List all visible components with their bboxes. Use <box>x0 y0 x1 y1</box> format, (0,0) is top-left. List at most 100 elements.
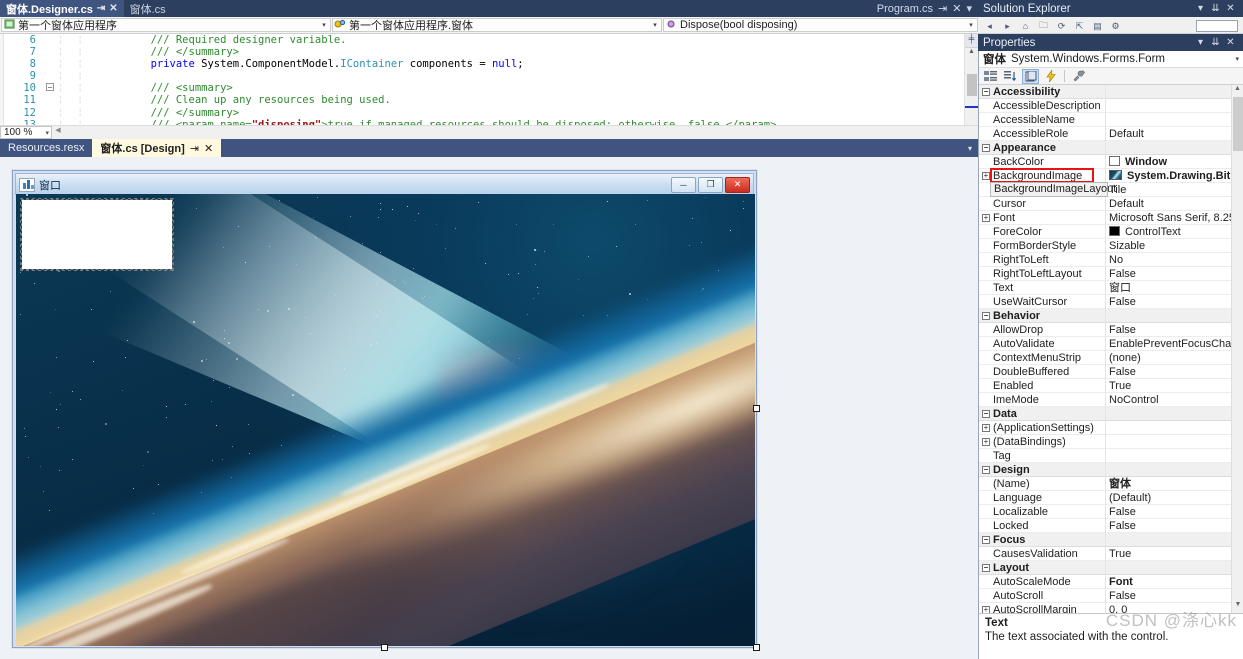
navbar-type-combo[interactable]: 第一个窗体应用程序 ▾ <box>1 18 331 32</box>
expand-icon[interactable]: + <box>979 423 993 432</box>
collapse-icon[interactable]: − <box>979 409 993 418</box>
property-category-row[interactable]: − Design <box>979 462 1232 477</box>
chevron-down-icon[interactable]: ▾ <box>1235 55 1239 63</box>
categorized-view-icon[interactable] <box>982 69 999 84</box>
property-row[interactable]: Tag <box>979 448 1232 463</box>
property-value[interactable]: ControlText <box>1105 224 1232 239</box>
collapse-icon[interactable]: − <box>979 87 993 96</box>
property-value[interactable]: False <box>1105 504 1232 519</box>
property-value[interactable] <box>1105 448 1232 463</box>
property-row[interactable]: ForeColor ControlText <box>979 224 1232 239</box>
chevron-down-icon[interactable]: ▾ <box>1193 37 1208 48</box>
chevron-down-icon[interactable]: ▾ <box>1193 3 1208 14</box>
property-row[interactable]: Text 窗口 <box>979 280 1232 295</box>
expand-icon[interactable]: + <box>979 437 993 446</box>
tab-form-cs-design[interactable]: 窗体.cs [Design] ⇥ ✕ <box>92 139 222 157</box>
tab-form-cs[interactable]: 窗体.cs <box>123 0 172 17</box>
property-row[interactable]: AutoScroll False <box>979 588 1232 603</box>
property-row[interactable]: DoubleBuffered False <box>979 364 1232 379</box>
form-resize-grip-bottom[interactable] <box>380 644 388 651</box>
chevron-down-icon[interactable]: ▾ <box>45 129 49 137</box>
property-value[interactable]: 窗体 <box>1105 476 1232 491</box>
split-view-button[interactable]: ╪ <box>965 34 978 48</box>
property-value[interactable]: Microsoft Sans Serif, 8.25p <box>1105 210 1232 225</box>
property-value[interactable]: False <box>1105 518 1232 533</box>
property-row[interactable]: AccessibleRole Default <box>979 126 1232 141</box>
expand-icon[interactable]: + <box>979 171 993 180</box>
collapse-icon[interactable]: − <box>979 535 993 544</box>
close-icon[interactable]: ✕ <box>725 176 750 193</box>
tab-resources-resx[interactable]: Resources.resx <box>0 139 92 157</box>
property-category-row[interactable]: − Accessibility <box>979 85 1232 99</box>
property-category-row[interactable]: − Focus <box>979 532 1232 547</box>
panel-control[interactable] <box>20 198 174 271</box>
solution-explorer-toolbar[interactable]: ◂ ▸ ⌂ 🗀 ⟳ ⇱ ▤ ⚙ <box>978 17 1243 34</box>
property-value[interactable] <box>1105 420 1232 435</box>
property-row[interactable]: Locked False <box>979 518 1232 533</box>
alphabetical-view-icon[interactable] <box>1002 69 1019 84</box>
property-row[interactable]: Localizable False <box>979 504 1232 519</box>
maximize-icon[interactable]: ❐ <box>698 176 723 193</box>
show-all-files-icon[interactable]: ▤ <box>1091 20 1104 32</box>
property-value[interactable]: No <box>1105 252 1232 267</box>
scroll-left-arrow[interactable]: ◀ <box>52 126 64 139</box>
pin-icon[interactable]: ⇊ <box>1208 3 1223 14</box>
collapse-icon[interactable]: − <box>979 465 993 474</box>
pin-icon[interactable]: ⇥ <box>190 142 199 155</box>
collapse-icon[interactable]: − <box>979 143 993 152</box>
navbar-class-combo[interactable]: 第一个窗体应用程序.窗体 ▾ <box>332 18 662 32</box>
expand-icon[interactable]: + <box>979 213 993 222</box>
fold-toggle-icon[interactable]: − <box>42 82 58 94</box>
property-value[interactable]: False <box>1105 322 1232 337</box>
property-category-row[interactable]: − Data <box>979 406 1232 421</box>
folder-icon[interactable]: 🗀 <box>1037 20 1050 32</box>
property-category-row[interactable]: − Layout <box>979 560 1232 575</box>
property-row[interactable]: (Name) 窗体 <box>979 476 1232 491</box>
close-icon[interactable]: ✕ <box>952 2 961 15</box>
editor-vertical-scrollbar[interactable]: ╪ ▲ ▼ <box>964 34 979 139</box>
tab-program-cs[interactable]: Program.cs ⇥ ✕ ▾ <box>871 0 978 17</box>
properties-object-selector[interactable]: 窗体 System.Windows.Forms.Form ▾ <box>979 51 1243 68</box>
back-arrow-icon[interactable]: ◂ <box>983 20 996 32</box>
property-value[interactable]: Font <box>1105 574 1232 589</box>
property-value[interactable]: EnablePreventFocusChange <box>1105 336 1232 351</box>
property-value[interactable]: Window <box>1105 154 1232 169</box>
property-value[interactable]: Default <box>1105 126 1232 141</box>
chevron-down-icon[interactable]: ▾ <box>649 21 661 29</box>
property-category-row[interactable]: − Behavior <box>979 308 1232 323</box>
pin-icon[interactable]: ⇊ <box>1208 37 1223 48</box>
chevron-down-icon[interactable]: ▾ <box>962 144 978 153</box>
chevron-down-icon[interactable]: ▾ <box>318 21 330 29</box>
properties-icon[interactable]: ⚙ <box>1109 20 1122 32</box>
forward-arrow-icon[interactable]: ▸ <box>1001 20 1014 32</box>
property-row[interactable]: + BackgroundImage System.Drawing.Bitm <box>979 168 1232 183</box>
scroll-up-arrow[interactable]: ▲ <box>1232 85 1243 97</box>
navbar-member-combo[interactable]: Dispose(bool disposing) ▾ <box>663 18 978 32</box>
refresh-icon[interactable]: ⟳ <box>1055 20 1068 32</box>
collapse-icon[interactable]: − <box>979 311 993 320</box>
property-value[interactable] <box>1105 112 1232 127</box>
property-value[interactable] <box>1105 434 1232 449</box>
property-row[interactable]: AutoScaleMode Font <box>979 574 1232 589</box>
form-client-area[interactable] <box>16 194 755 646</box>
chevron-down-icon[interactable]: ▾ <box>966 2 972 15</box>
expand-icon[interactable]: + <box>979 605 993 613</box>
solution-explorer-search-input[interactable] <box>1196 20 1238 32</box>
property-row[interactable]: + (DataBindings) <box>979 434 1232 449</box>
tab-form-designer-cs[interactable]: 窗体.Designer.cs ⇥ ✕ <box>0 0 124 17</box>
property-value[interactable]: (Default) <box>1105 490 1232 505</box>
property-value[interactable]: Sizable <box>1105 238 1232 253</box>
scrollbar-thumb[interactable] <box>1233 97 1243 151</box>
property-value[interactable]: True <box>1105 546 1232 561</box>
property-value[interactable]: False <box>1105 364 1232 379</box>
property-value[interactable]: System.Drawing.Bitm <box>1105 168 1232 183</box>
zoom-level-combo[interactable]: 100 % ▾ <box>0 126 52 139</box>
property-value[interactable]: NoControl <box>1105 392 1232 407</box>
property-row[interactable]: + Font Microsoft Sans Serif, 8.25p <box>979 210 1232 225</box>
property-value[interactable]: False <box>1105 588 1232 603</box>
property-row[interactable]: + AutoScrollMargin 0, 0 <box>979 602 1232 613</box>
pin-icon[interactable]: ⇥ <box>938 2 947 15</box>
design-form-window[interactable]: 窗口 ─ ❐ ✕ <box>12 170 760 651</box>
home-icon[interactable]: ⌂ <box>1019 20 1032 32</box>
property-row[interactable]: BackgroundImageLayoutTileBackgroundImage… <box>979 182 1232 197</box>
